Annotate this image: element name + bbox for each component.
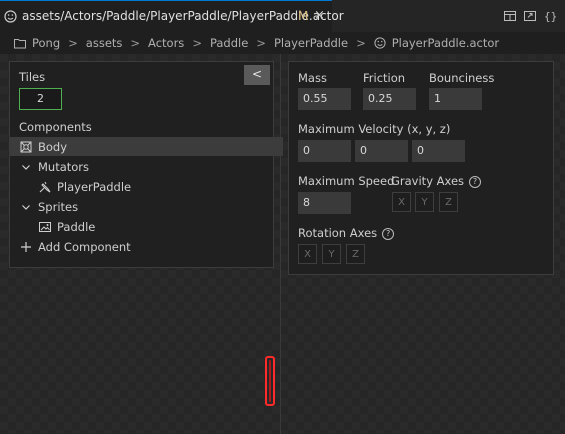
- chevron-down-icon: [20, 201, 32, 213]
- breadcrumb-item-actors[interactable]: Actors: [148, 36, 184, 50]
- svg-text:{}: {}: [544, 10, 557, 23]
- split-layout-icon[interactable]: [503, 9, 517, 23]
- add-component-button[interactable]: Add Component: [10, 237, 283, 256]
- components-panel: Tiles < 2 Components Body Mutators Playe…: [9, 61, 283, 268]
- max-speed-label: Maximum Speed: [298, 174, 395, 188]
- breadcrumb-item-pong[interactable]: Pong: [14, 36, 60, 50]
- player-paddle-sprite[interactable]: [265, 356, 275, 406]
- tiles-label: Tiles: [19, 70, 46, 84]
- tree-item-sprites[interactable]: Sprites: [10, 197, 283, 216]
- mutator-icon: [39, 181, 51, 193]
- body-icon: [20, 141, 32, 153]
- chevron-down-icon: [20, 161, 32, 173]
- rotation-axis-x-toggle[interactable]: X: [298, 244, 317, 264]
- editor-tab[interactable]: assets/Actors/Paddle/PlayerPaddle/Player…: [0, 0, 344, 32]
- max-velocity-z-input[interactable]: 0: [412, 140, 465, 162]
- gravity-axis-x-toggle[interactable]: X: [392, 192, 411, 212]
- mass-input[interactable]: 0.55: [298, 88, 351, 110]
- max-speed-input[interactable]: 8: [298, 192, 351, 214]
- tab-title: assets/Actors/Paddle/PlayerPaddle/Player…: [22, 9, 344, 23]
- folder-icon: [14, 38, 26, 49]
- tiles-input[interactable]: 2: [19, 88, 62, 110]
- paddle-inner-outline: [269, 360, 271, 402]
- tree-item-body[interactable]: Body: [10, 137, 283, 156]
- max-velocity-y-input[interactable]: 0: [355, 140, 408, 162]
- collapse-button[interactable]: <: [244, 65, 270, 85]
- gravity-axis-y-toggle[interactable]: Y: [415, 192, 434, 212]
- friction-label: Friction: [363, 71, 406, 85]
- open-preview-icon[interactable]: [523, 9, 537, 23]
- tree-item-paddle-sprite[interactable]: Paddle: [10, 217, 302, 236]
- tree-item-mutators[interactable]: Mutators: [10, 157, 283, 176]
- breadcrumb-item-playerpaddle[interactable]: PlayerPaddle: [274, 36, 348, 50]
- max-velocity-x-input[interactable]: 0: [298, 140, 351, 162]
- close-tab-icon[interactable]: ×: [314, 8, 325, 23]
- breadcrumb-item-paddle[interactable]: Paddle: [210, 36, 248, 50]
- rotation-axis-y-toggle[interactable]: Y: [322, 244, 341, 264]
- editor-tab-bar: assets/Actors/Paddle/PlayerPaddle/Player…: [0, 0, 565, 32]
- gravity-axes-label: Gravity Axes?: [391, 174, 482, 188]
- friction-input[interactable]: 0.25: [363, 88, 416, 110]
- body-properties-panel: Mass Friction Bounciness 0.55 0.25 1 Max…: [288, 61, 554, 275]
- json-braces-icon[interactable]: {}: [543, 9, 557, 23]
- smiley-icon: [374, 37, 386, 49]
- smiley-icon: [4, 10, 17, 26]
- bounciness-input[interactable]: 1: [429, 88, 482, 110]
- breadcrumb-item-assets[interactable]: assets: [86, 36, 123, 50]
- help-icon[interactable]: ?: [382, 228, 395, 240]
- bounciness-label: Bounciness: [429, 71, 495, 85]
- mass-label: Mass: [298, 71, 327, 85]
- rotation-axis-z-toggle[interactable]: Z: [346, 244, 365, 264]
- max-velocity-label: Maximum Velocity (x, y, z): [298, 122, 451, 136]
- plus-icon: [20, 241, 32, 253]
- modified-indicator: M: [298, 9, 309, 23]
- breadcrumb: Pong > assets > Actors > Paddle > Player…: [0, 32, 565, 54]
- gravity-axis-z-toggle[interactable]: Z: [439, 192, 458, 212]
- tree-item-playerpaddle[interactable]: PlayerPaddle: [10, 177, 302, 196]
- breadcrumb-item-file[interactable]: PlayerPaddle.actor: [374, 36, 499, 50]
- rotation-axes-label: Rotation Axes?: [298, 226, 395, 240]
- components-label: Components: [19, 120, 92, 134]
- help-icon[interactable]: ?: [469, 176, 482, 188]
- image-icon: [39, 221, 51, 233]
